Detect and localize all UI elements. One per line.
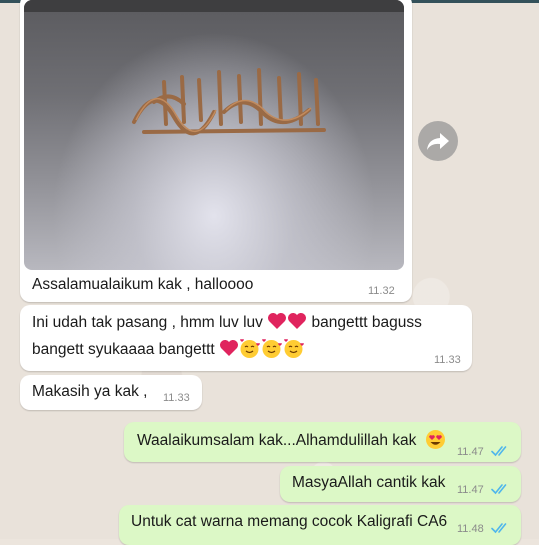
image-caption: Assalamualaikum kak , halloooo xyxy=(32,276,254,293)
heart-emoji xyxy=(220,340,239,356)
calligraphy-artwork xyxy=(132,68,326,136)
timestamp: 11.48 xyxy=(457,523,484,535)
heart-emoji xyxy=(268,313,287,329)
double-check-icon xyxy=(491,484,507,495)
forward-button[interactable] xyxy=(418,121,458,161)
timestamp: 11.33 xyxy=(434,354,461,366)
message-text: bangett syukaaaa bangettt xyxy=(32,337,305,363)
message-text: Ini udah tak pasang , hmm luv luv banget… xyxy=(32,313,422,331)
smiling-face-with-hearts-emoji xyxy=(262,339,283,358)
forward-icon xyxy=(427,133,449,150)
message-text: MasyaAllah cantik kak xyxy=(292,474,446,491)
timestamp: 11.32 xyxy=(368,285,395,297)
heart-emoji xyxy=(288,313,307,329)
double-check-icon xyxy=(491,523,507,534)
message-text: Makasih ya kak , xyxy=(32,383,148,400)
timestamp: 11.33 xyxy=(163,392,190,404)
smiling-face-with-hearts-emoji xyxy=(284,339,305,358)
smiling-face-with-hearts-emoji xyxy=(240,339,261,358)
double-check-icon xyxy=(491,446,507,457)
photo-kaligrafi[interactable] xyxy=(24,0,404,270)
timestamp: 11.47 xyxy=(457,484,484,496)
message-text: Untuk cat warna memang cocok Kaligrafi C… xyxy=(131,513,448,530)
heart-eyes-emoji xyxy=(425,430,445,449)
message-text: Waalaikumsalam kak...Alhamdulillah kak xyxy=(137,428,447,454)
timestamp: 11.47 xyxy=(457,446,484,458)
